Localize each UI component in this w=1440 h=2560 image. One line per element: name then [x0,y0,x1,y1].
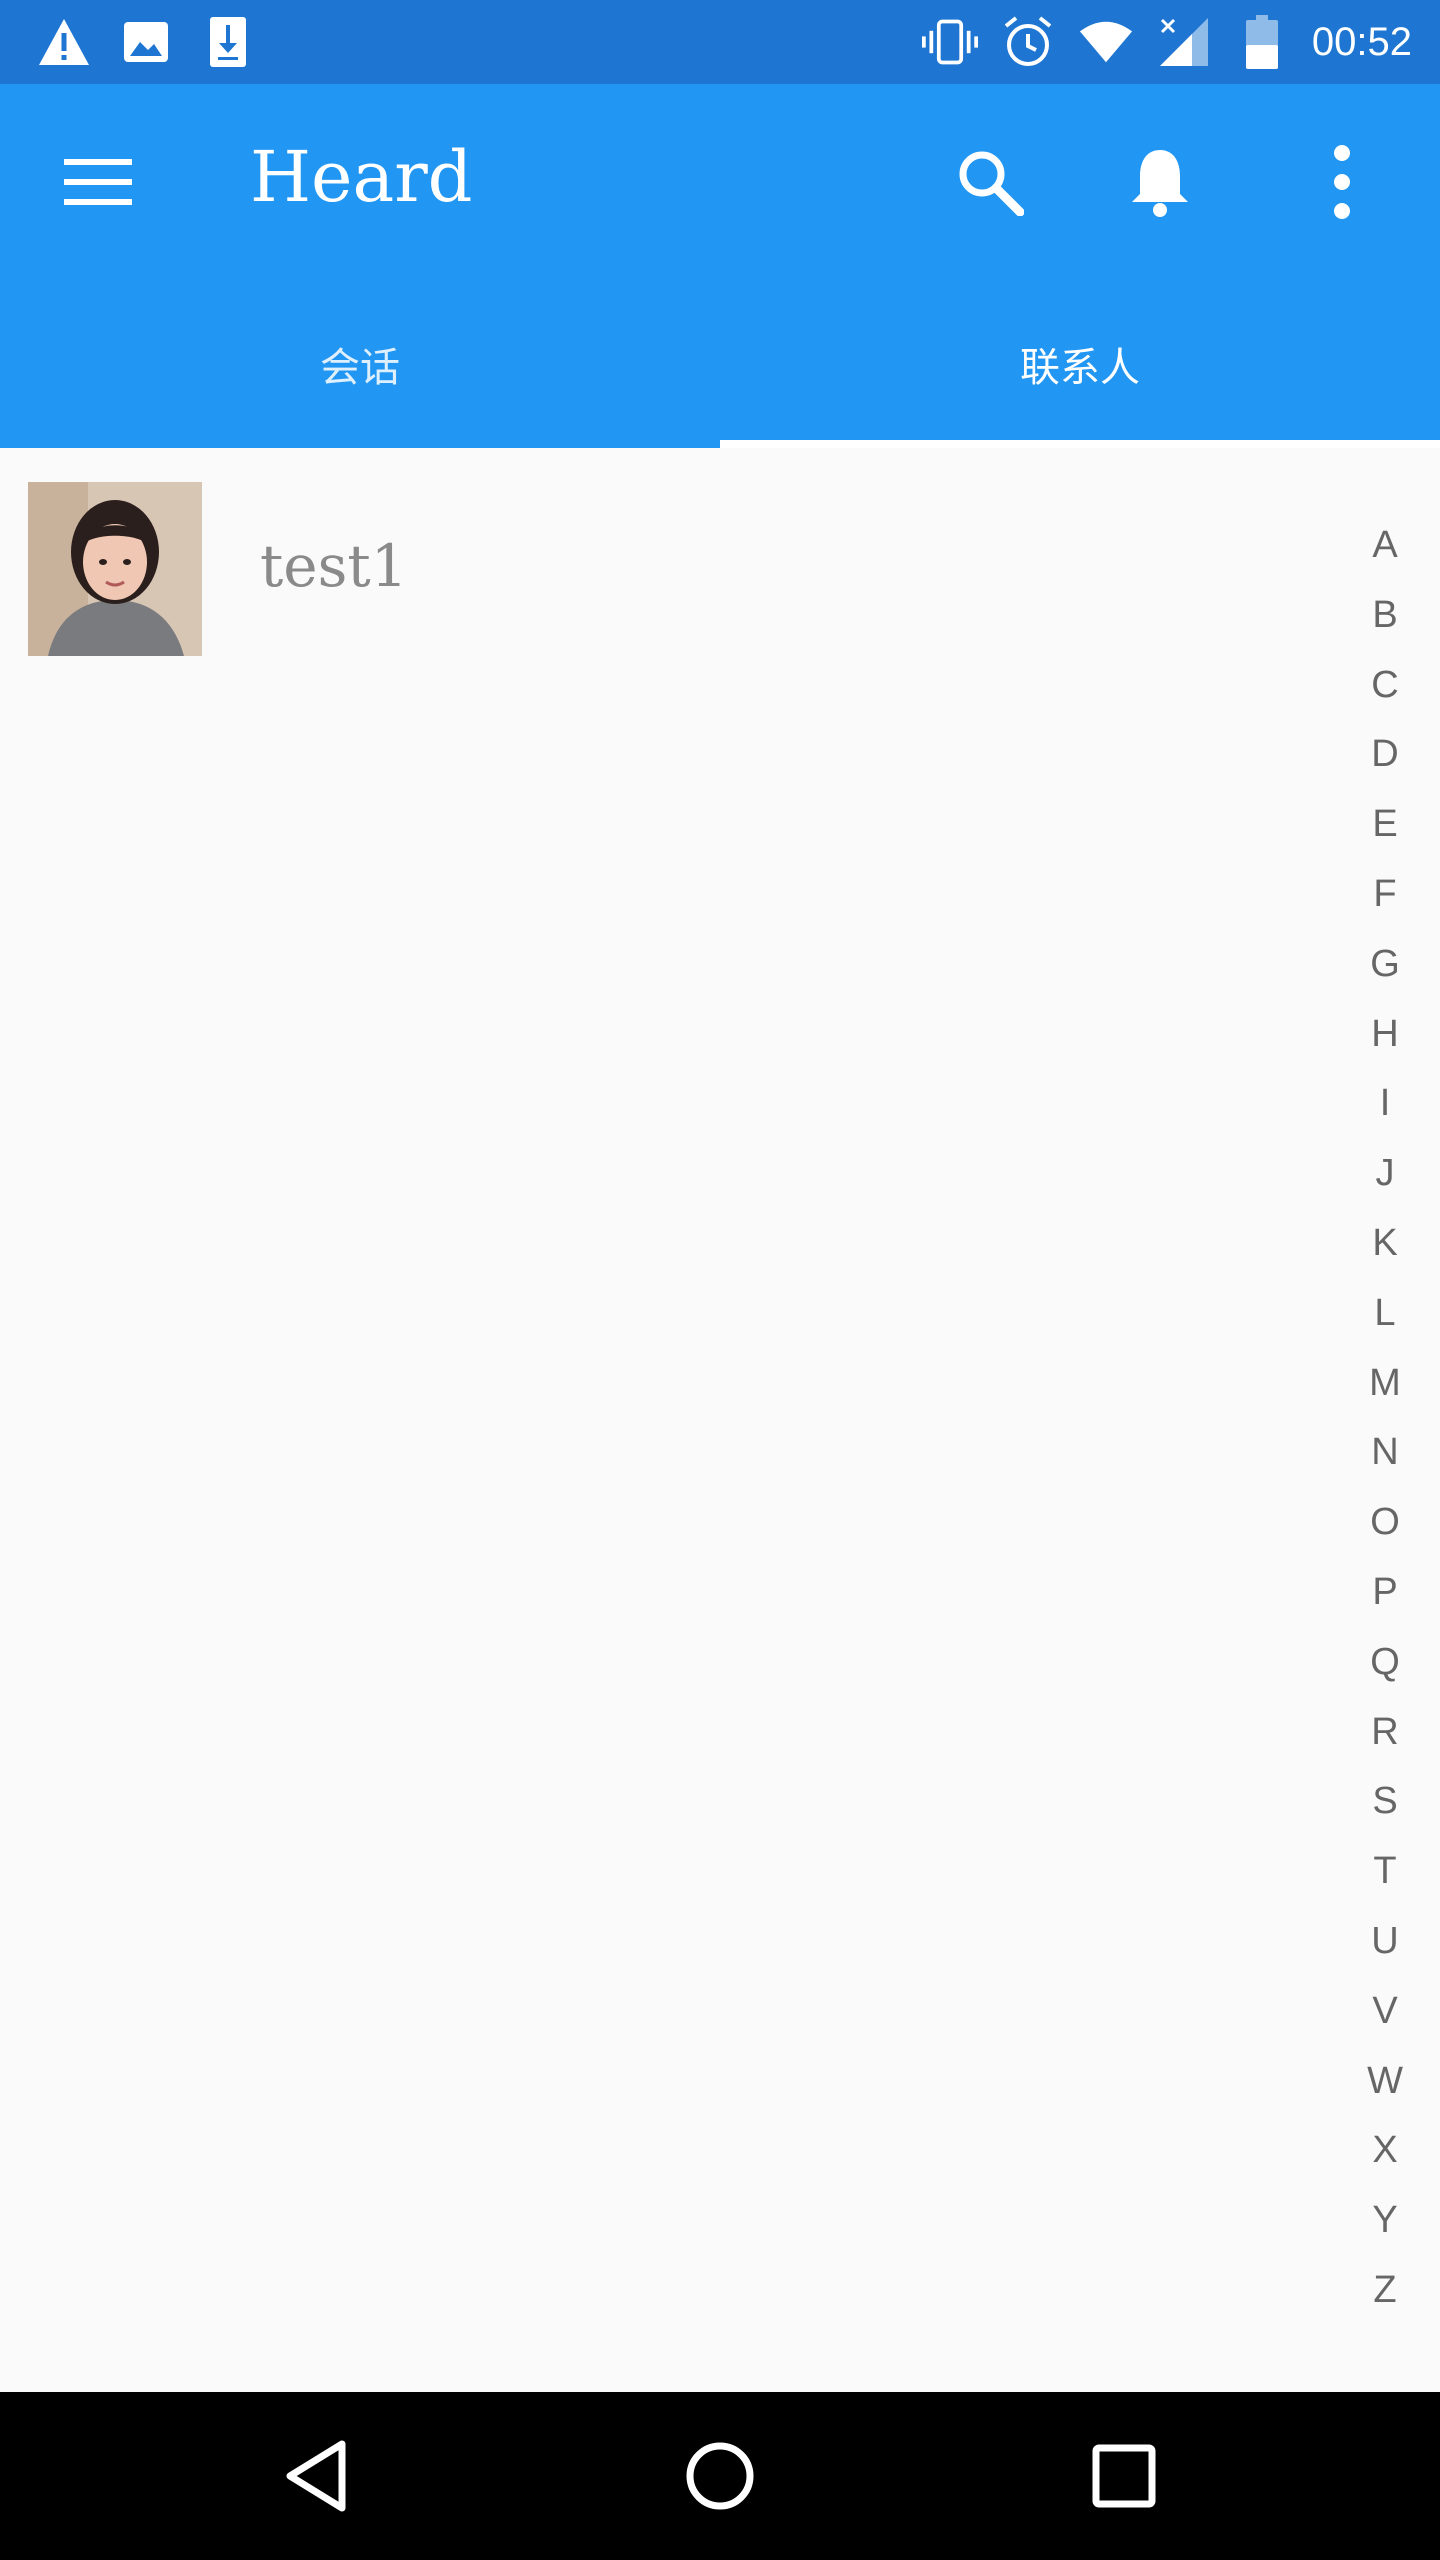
index-letter-p[interactable]: P [1350,1562,1420,1622]
avatar [28,482,202,656]
index-letter-e[interactable]: E [1350,794,1420,854]
tab-contacts[interactable]: 联系人 [720,280,1440,448]
index-letter-k[interactable]: K [1350,1213,1420,1273]
contact-list-item[interactable]: test1 [0,482,1340,658]
wifi-icon [1078,14,1134,70]
search-icon[interactable] [934,126,1046,238]
index-letter-s[interactable]: S [1350,1771,1420,1831]
app-title: Heard [250,136,473,218]
download-icon [200,14,256,70]
signal-icon [1156,14,1212,70]
tab-indicator [720,440,1440,448]
alarm-icon [1000,14,1056,70]
index-letter-h[interactable]: H [1350,1004,1420,1064]
index-letter-q[interactable]: Q [1350,1632,1420,1692]
index-letter-d[interactable]: D [1350,724,1420,784]
index-letter-w[interactable]: W [1350,2051,1420,2111]
index-letter-c[interactable]: C [1350,655,1420,715]
recents-icon[interactable] [1074,2426,1174,2526]
status-bar: 00:52 [0,0,1440,84]
vibrate-icon [921,14,978,70]
index-letter-z[interactable]: Z [1350,2260,1420,2320]
home-icon[interactable] [670,2426,770,2526]
index-letter-o[interactable]: O [1350,1492,1420,1552]
battery-icon [1234,14,1290,70]
index-letter-m[interactable]: M [1350,1353,1420,1413]
index-letter-g[interactable]: G [1350,934,1420,994]
bell-icon[interactable] [1104,126,1216,238]
index-letter-j[interactable]: J [1350,1143,1420,1203]
clock-time: 00:52 [1311,20,1412,64]
index-letter-y[interactable]: Y [1350,2190,1420,2250]
image-icon [118,14,174,70]
menu-icon[interactable] [42,126,154,238]
index-letter-t[interactable]: T [1350,1841,1420,1901]
navigation-bar [0,2392,1440,2560]
tab-conversations[interactable]: 会话 [0,280,720,448]
index-letter-u[interactable]: U [1350,1911,1420,1971]
index-letter-f[interactable]: F [1350,864,1420,924]
index-letter-l[interactable]: L [1350,1283,1420,1343]
warning-icon [36,14,92,70]
index-letter-b[interactable]: B [1350,585,1420,645]
back-icon[interactable] [266,2426,366,2526]
tab-bar: 会话 联系人 [0,280,1440,448]
app-bar: Heard [0,84,1440,280]
index-letter-a[interactable]: A [1350,515,1420,575]
index-letter-i[interactable]: I [1350,1073,1420,1133]
index-letter-n[interactable]: N [1350,1422,1420,1482]
index-letter-r[interactable]: R [1350,1702,1420,1762]
index-letter-v[interactable]: V [1350,1981,1420,2041]
more-vert-icon[interactable] [1286,126,1398,238]
index-letter-x[interactable]: X [1350,2120,1420,2180]
contact-name: test1 [260,532,408,600]
